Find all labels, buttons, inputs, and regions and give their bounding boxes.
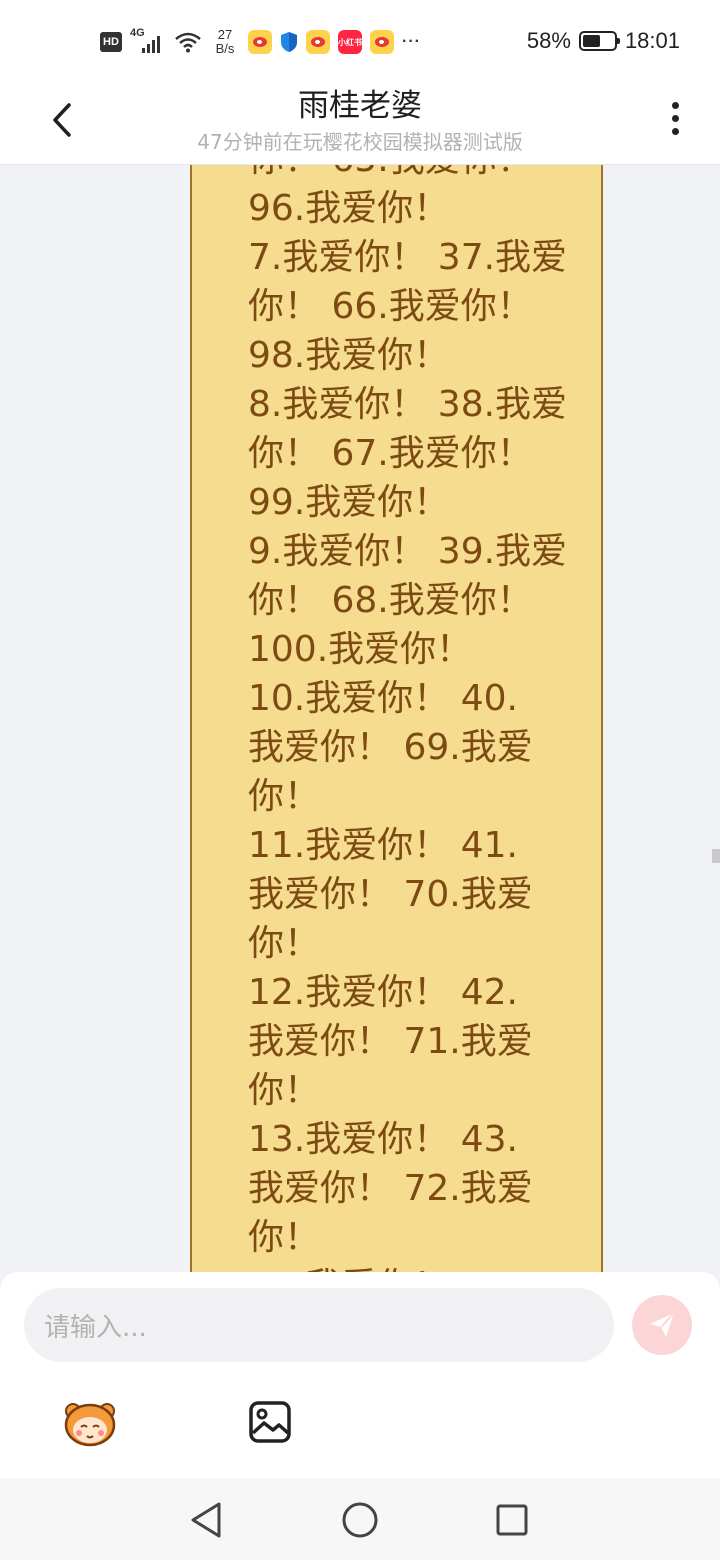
message-line: 10.我爱你！ 40. xyxy=(248,678,518,719)
contact-name: 雨桂老婆 xyxy=(298,88,422,124)
sticker-icon xyxy=(64,1403,116,1447)
more-notifications-icon: ··· xyxy=(402,33,421,50)
weibo-icon xyxy=(306,30,330,54)
clock: 18:01 xyxy=(624,28,680,53)
message-line: 你！ 66.我爱你！ xyxy=(248,286,533,327)
square-recents-icon xyxy=(496,1504,528,1536)
message-bubble[interactable]: 你！ 65.我爱你！ 96.我爱你！ 7.我爱你！ 37.我爱你！ 66.我爱你！ 9… xyxy=(190,165,603,1273)
message-line: 99.我爱你！ xyxy=(248,482,450,523)
nav-recents-button[interactable] xyxy=(490,1498,534,1542)
circle-home-icon xyxy=(342,1502,378,1538)
dot-icon xyxy=(671,101,679,109)
status-bar: HD 4G 27 B/s 小红书 ··· 58% 18:01 xyxy=(0,0,720,80)
message-line: 你！ 65.我爱你！ xyxy=(248,165,568,184)
cell-signal-icon: 4G xyxy=(130,27,166,55)
chat-messages[interactable]: 你！ 65.我爱你！ 96.我爱你！ 7.我爱你！ 37.我爱你！ 66.我爱你！ 9… xyxy=(0,165,720,1273)
message-line: 11.我爱你！ 41. xyxy=(248,825,518,866)
sticker-button[interactable] xyxy=(60,1392,120,1452)
xiaohongshu-icon: 小红书 xyxy=(338,30,362,54)
image-button[interactable] xyxy=(240,1392,300,1452)
wifi-icon xyxy=(175,32,201,53)
message-text: 你！ 65.我爱你！ 96.我爱你！ 7.我爱你！ 37.我爱你！ 66.我爱你！ 9… xyxy=(248,165,568,1273)
message-line: 我爱你！ 69.我爱 xyxy=(248,727,533,768)
shield-icon xyxy=(281,32,297,52)
send-button[interactable] xyxy=(632,1295,692,1355)
message-line: 9.我爱你！ 39.我爱 xyxy=(248,531,568,572)
status-left: HD 4G 27 B/s 小红书 ··· xyxy=(100,24,421,60)
dot-icon xyxy=(671,127,679,135)
triangle-back-icon xyxy=(191,1502,221,1538)
speed-value: 27 xyxy=(217,27,233,42)
battery-percent: 58% xyxy=(526,28,571,53)
message-line: 你！ 67.我爱你！ xyxy=(248,433,533,474)
input-panel: 请输入... xyxy=(0,1272,720,1478)
message-line: 你！ xyxy=(248,1070,321,1111)
message-line: 8.我爱你！ 38.我爱 xyxy=(248,384,568,425)
input-placeholder: 请输入... xyxy=(44,1312,147,1343)
weibo-icon xyxy=(370,30,394,54)
more-options-button[interactable] xyxy=(660,98,690,138)
message-line: 你！ xyxy=(248,1217,321,1258)
weibo-icon xyxy=(248,30,272,54)
message-line: 你！ xyxy=(248,923,321,964)
message-line: 我爱你！ 72.我爱 xyxy=(248,1168,533,1209)
message-line: 98.我爱你！ xyxy=(248,335,450,376)
speed-unit: B/s xyxy=(215,41,235,56)
message-line: 7.我爱你！ 37.我爱 xyxy=(248,237,568,278)
network-speed: 27 B/s xyxy=(210,28,240,56)
chat-header: 雨桂老婆 47分钟前在玩樱花校园模拟器测试版 xyxy=(0,80,720,165)
message-line: 96.我爱你！ xyxy=(248,188,450,229)
battery-icon xyxy=(578,31,620,51)
status-right: 58% 18:01 xyxy=(527,28,680,54)
message-line: 你！ xyxy=(248,776,321,817)
nav-home-button[interactable] xyxy=(338,1498,382,1542)
message-line: 我爱你！ 71.我爱 xyxy=(248,1021,533,1062)
message-line: 我爱你！ 70.我爱 xyxy=(248,874,533,915)
message-input[interactable]: 请输入... xyxy=(24,1288,614,1362)
message-line: 你！ 68.我爱你！ xyxy=(248,580,533,621)
hd-badge: HD xyxy=(100,32,122,52)
contact-status: 47分钟前在玩樱花校园模拟器测试版 xyxy=(197,130,523,154)
dot-icon xyxy=(671,114,679,122)
nav-back-button[interactable] xyxy=(184,1498,228,1542)
send-icon xyxy=(650,1312,675,1337)
image-icon xyxy=(249,1401,291,1443)
message-line: 12.我爱你！ 42. xyxy=(248,972,518,1013)
system-nav-bar xyxy=(0,1478,720,1560)
message-line: 100.我爱你！ xyxy=(248,629,473,670)
scrollbar[interactable] xyxy=(712,849,720,863)
message-line: 13.我爱你！ 43. xyxy=(248,1119,518,1160)
